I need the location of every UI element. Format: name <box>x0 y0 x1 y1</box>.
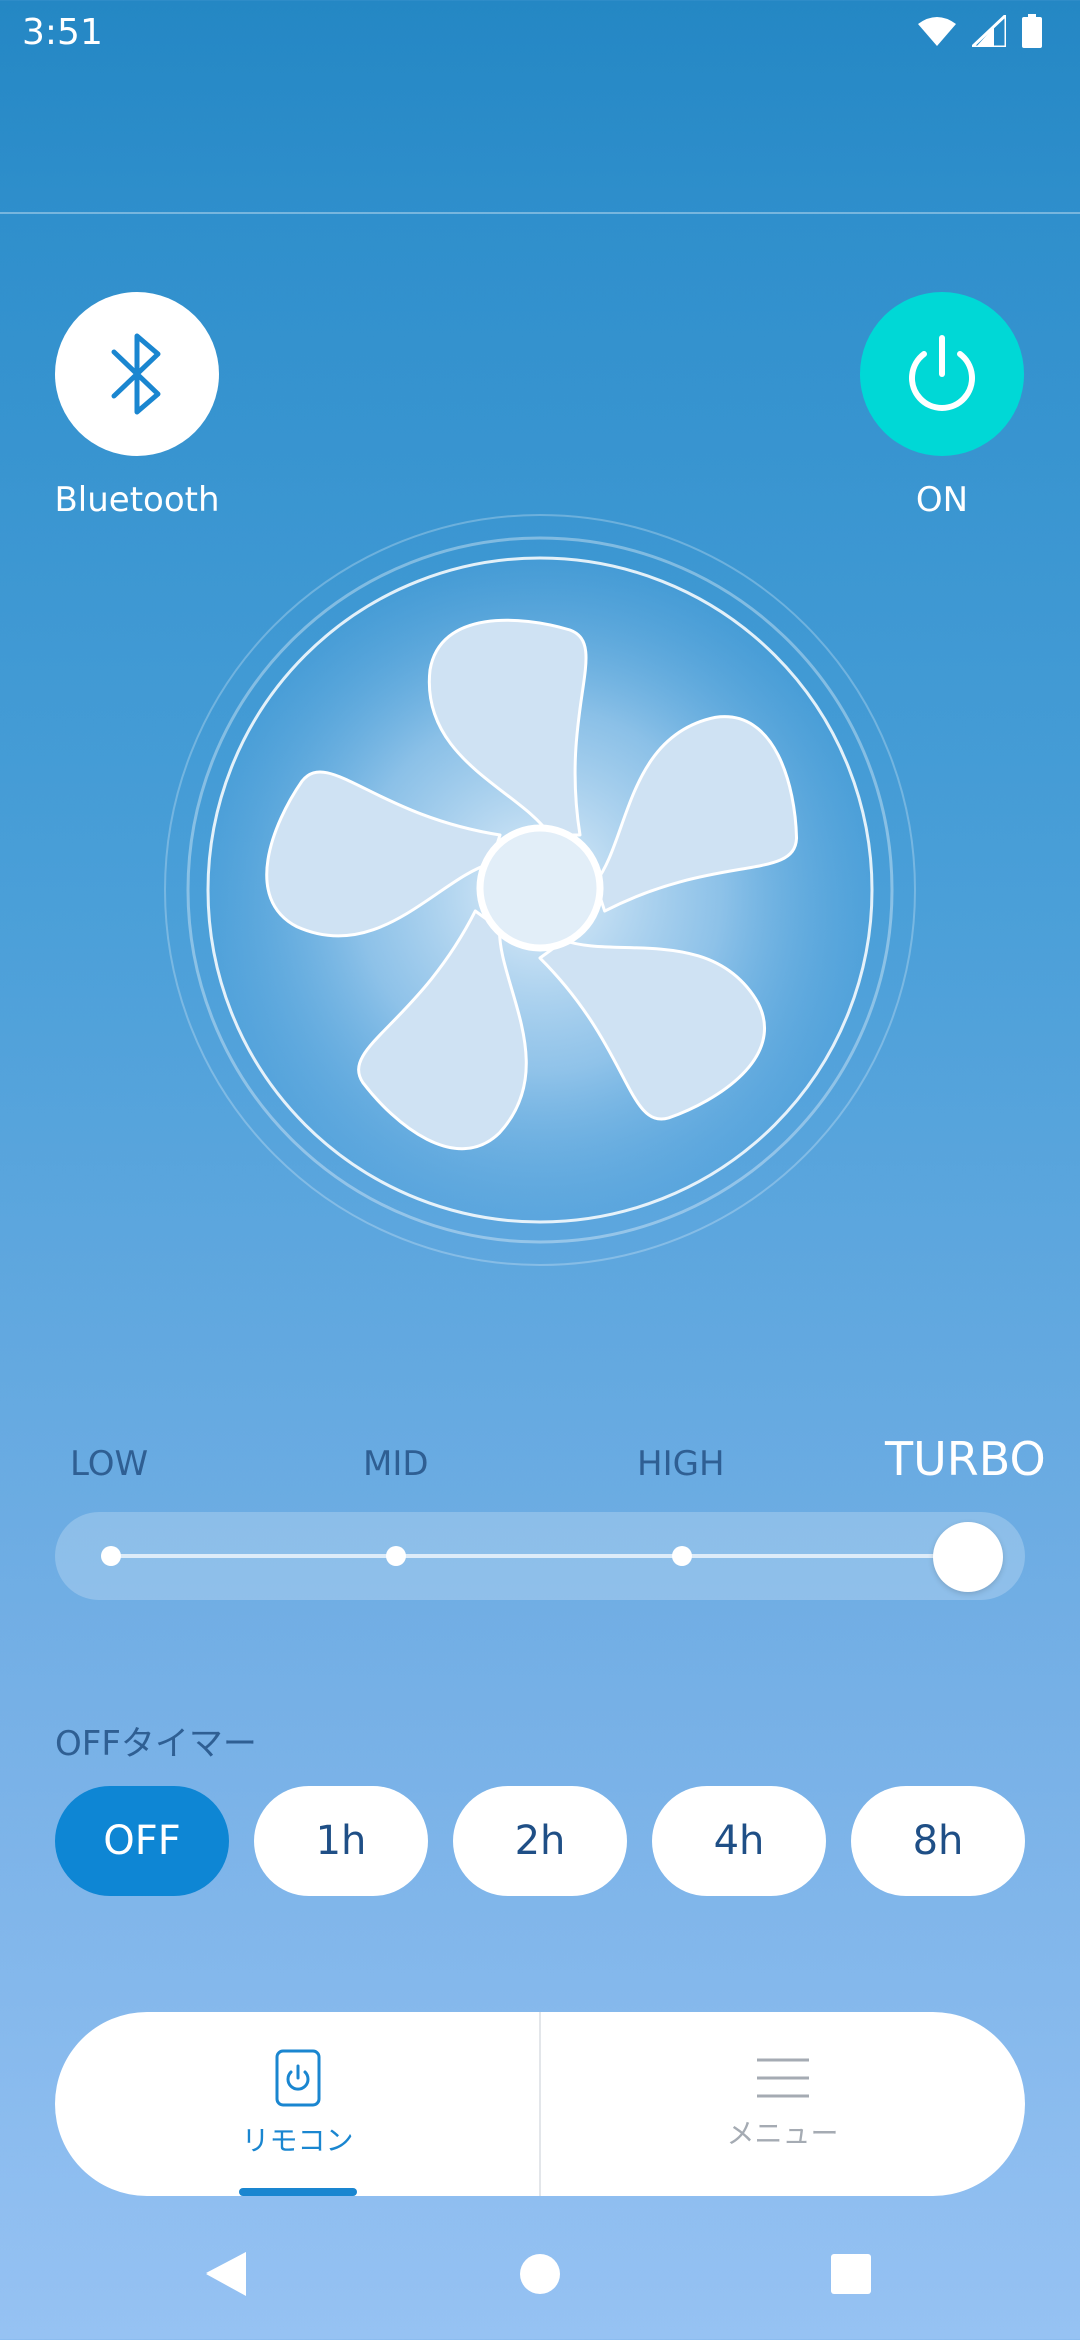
menu-icon <box>756 2058 809 2098</box>
header-divider <box>0 212 1080 214</box>
slider-stop-high[interactable] <box>672 1546 692 1566</box>
timer-option-1h[interactable]: 1h <box>254 1786 428 1896</box>
bluetooth-button[interactable] <box>55 292 219 456</box>
timer-option-4h[interactable]: 4h <box>652 1786 826 1896</box>
nav-item-remote[interactable]: リモコン <box>55 2012 540 2196</box>
bluetooth-icon <box>111 333 161 415</box>
speed-label-low[interactable]: LOW <box>70 1444 148 1484</box>
status-icons <box>918 14 1042 48</box>
back-icon[interactable] <box>206 2252 246 2296</box>
fan-display <box>140 490 940 1290</box>
status-bar: 3:51 <box>0 0 1080 70</box>
slider-stop-low[interactable] <box>101 1546 121 1566</box>
fan-icon <box>164 514 916 1266</box>
nav-item-menu[interactable]: メニュー <box>540 2012 1025 2196</box>
speed-label-high[interactable]: HIGH <box>637 1444 725 1484</box>
status-time: 3:51 <box>22 12 103 53</box>
nav-label-menu: メニュー <box>726 2117 839 2150</box>
power-button[interactable] <box>860 292 1024 456</box>
speed-label-mid[interactable]: MID <box>363 1444 429 1484</box>
bottom-nav: リモコン メニュー <box>55 2012 1025 2196</box>
slider-line <box>111 1554 971 1558</box>
timer-option-8h[interactable]: 8h <box>851 1786 1025 1896</box>
slider-thumb[interactable] <box>933 1522 1003 1592</box>
remote-power-icon <box>275 2049 320 2107</box>
slider-stop-mid[interactable] <box>386 1546 406 1566</box>
timer-option-off[interactable]: OFF <box>55 1786 229 1896</box>
power-icon <box>909 335 975 411</box>
recents-icon[interactable] <box>831 2254 871 2294</box>
battery-icon <box>1022 14 1042 48</box>
home-icon[interactable] <box>520 2254 560 2294</box>
speed-labels: LOW MID HIGH TURBO <box>0 1432 1080 1500</box>
nav-label-remote: リモコン <box>241 2124 354 2157</box>
speed-slider[interactable] <box>55 1512 1025 1600</box>
wifi-icon <box>918 17 956 46</box>
timer-option-2h[interactable]: 2h <box>453 1786 627 1896</box>
speed-label-turbo[interactable]: TURBO <box>885 1432 1046 1486</box>
timer-title: OFFタイマー <box>55 1724 257 1764</box>
signal-icon <box>972 15 1006 47</box>
nav-active-indicator <box>238 2188 357 2196</box>
system-nav-bar <box>0 2220 1080 2340</box>
timer-options: OFF 1h 2h 4h 8h <box>55 1786 1025 1896</box>
